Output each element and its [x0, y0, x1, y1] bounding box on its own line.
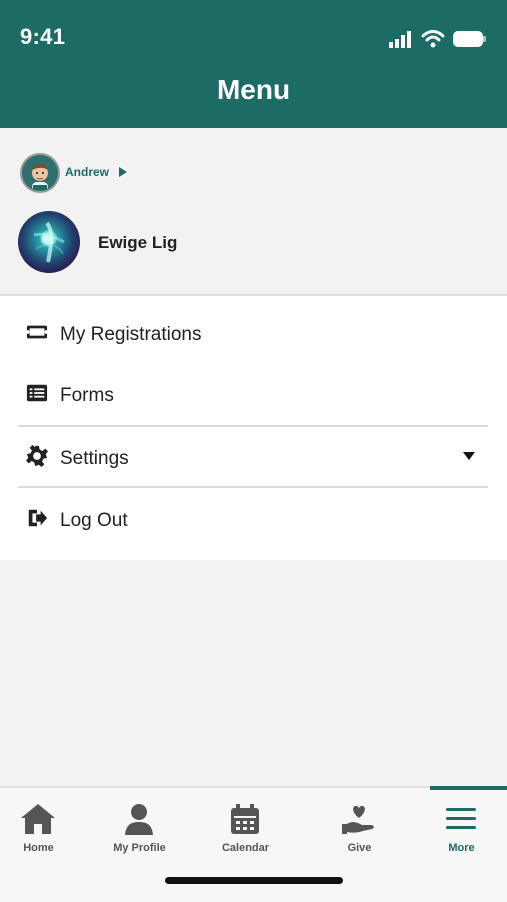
tab-label: More: [448, 842, 475, 854]
menu-item-my-registrations[interactable]: My Registrations: [18, 301, 488, 361]
tab-label: My Profile: [113, 842, 166, 854]
status-time: 9:41: [20, 24, 66, 49]
menu-item-settings[interactable]: Settings: [18, 425, 488, 485]
tab-label: Home: [23, 842, 54, 854]
bottom-tab-bar: Home My Profile Calendar Give More: [0, 786, 507, 902]
tab-label: Calendar: [221, 842, 270, 854]
app-header: 9:41 Menu: [0, 0, 507, 128]
triangle-right-icon[interactable]: [118, 166, 128, 178]
menu-item-label: Log Out: [60, 510, 128, 531]
menu-list: My Registrations Forms Settings Log Out: [0, 296, 507, 560]
home-indicator: [165, 877, 343, 884]
user-icon: [125, 804, 153, 835]
person-avatar-icon: [22, 155, 58, 191]
menu-item-forms[interactable]: Forms: [18, 362, 488, 422]
signal-icon: [389, 30, 411, 48]
tab-home[interactable]: Home: [0, 788, 89, 870]
tab-my-profile[interactable]: My Profile: [89, 788, 190, 870]
give-hand-icon: [342, 805, 374, 834]
menu-item-label: My Registrations: [60, 324, 202, 345]
menu-item-label: Forms: [60, 385, 114, 406]
home-icon: [21, 804, 55, 834]
tab-more[interactable]: More: [411, 788, 507, 870]
page-title: Menu: [216, 74, 291, 105]
profile-section: Andrew Ewige Lig: [0, 128, 507, 296]
chevron-down-icon[interactable]: [462, 451, 476, 461]
abstract-image-icon: [33, 221, 65, 263]
calendar-icon: [231, 804, 259, 834]
group-avatar: [18, 211, 80, 273]
wifi-icon: [421, 30, 445, 48]
menu-icon: [446, 808, 476, 829]
selected-profile-name: Ewige Lig: [98, 233, 178, 252]
tab-calendar[interactable]: Calendar: [195, 788, 296, 870]
list-icon: [26, 384, 48, 402]
tab-give[interactable]: Give: [309, 788, 410, 870]
tab-label: Give: [347, 842, 372, 854]
menu-item-log-out[interactable]: Log Out: [18, 487, 488, 547]
menu-item-label: Settings: [60, 448, 129, 469]
logout-icon: [28, 509, 48, 527]
gear-icon: [26, 445, 48, 467]
avatar[interactable]: [20, 153, 60, 193]
account-switcher-name[interactable]: Andrew: [65, 165, 109, 179]
ticket-icon: [26, 325, 48, 339]
battery-icon: [453, 31, 486, 47]
status-icons: [389, 28, 487, 50]
